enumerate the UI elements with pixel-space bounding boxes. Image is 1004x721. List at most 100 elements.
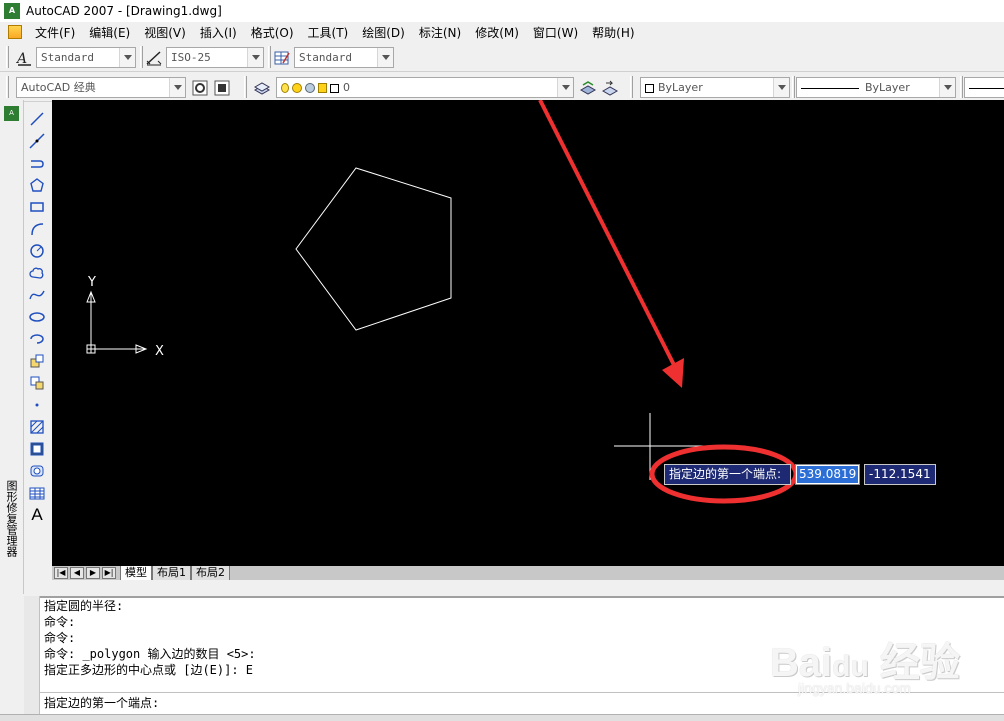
rectangle-icon[interactable] [26, 196, 48, 218]
menu-modify[interactable]: 修改(M) [468, 24, 526, 41]
layer-previous-icon[interactable] [600, 78, 620, 98]
text-style-value: Standard [41, 51, 94, 64]
make-current-layer-icon[interactable] [578, 78, 598, 98]
insert-block-icon[interactable] [26, 350, 48, 372]
menu-file[interactable]: 文件(F) [28, 24, 82, 41]
arc-icon[interactable] [26, 218, 48, 240]
workspace-settings-icon[interactable] [190, 78, 210, 98]
make-block-icon[interactable] [26, 372, 48, 394]
dim-style-icon[interactable] [144, 48, 164, 68]
menu-draw[interactable]: 绘图(D) [355, 24, 412, 41]
table-style-icon[interactable] [272, 48, 292, 68]
table-icon[interactable] [26, 482, 48, 504]
canvas-svg: Y X [86, 100, 799, 504]
watermark-url: jingyan.baidu.com [798, 680, 911, 696]
line-icon[interactable] [26, 108, 48, 130]
workspace-value: AutoCAD 经典 [21, 81, 96, 94]
ellipse-arc-icon[interactable] [26, 328, 48, 350]
tab-layout1[interactable]: 布局1 [152, 566, 191, 580]
toolbar-grip[interactable] [792, 76, 795, 98]
last-tab-icon[interactable]: ▶| [102, 567, 116, 579]
document-icon[interactable] [8, 25, 22, 39]
workspace-save-icon[interactable] [212, 78, 232, 98]
command-window-handle[interactable] [24, 596, 40, 716]
drawing-canvas[interactable]: Y X [52, 100, 1004, 566]
dynamic-input-x[interactable]: 539.0819 [795, 464, 860, 485]
text-style-select[interactable]: Standard [36, 47, 136, 68]
color-select[interactable]: ByLayer [640, 77, 790, 98]
circle-icon[interactable] [26, 240, 48, 262]
menu-help[interactable]: 帮助(H) [585, 24, 641, 41]
menu-window[interactable]: 窗口(W) [526, 24, 585, 41]
first-tab-icon[interactable]: |◀ [54, 567, 68, 579]
ucs-y-label: Y [87, 275, 96, 290]
layer-manager-icon[interactable] [252, 78, 272, 98]
chevron-down-icon[interactable] [247, 48, 263, 67]
layer-value: 0 [343, 81, 350, 94]
dynamic-input-prompt: 指定边的第一个端点: [664, 464, 791, 485]
drawing-recovery-label[interactable]: 图形修复管理器 [3, 480, 19, 557]
workspace-select[interactable]: AutoCAD 经典 [16, 77, 186, 98]
menu-format[interactable]: 格式(O) [244, 24, 301, 41]
table-style-select[interactable]: Standard [294, 47, 394, 68]
autocad-logo-icon: A [4, 106, 19, 121]
polyline-icon[interactable] [26, 152, 48, 174]
menu-bar: 文件(F) 编辑(E) 视图(V) 插入(I) 格式(O) 工具(T) 绘图(D… [0, 22, 1004, 42]
gradient-icon[interactable] [26, 438, 48, 460]
ucs-icon [86, 290, 148, 354]
hatch-icon[interactable] [26, 416, 48, 438]
point-icon[interactable] [26, 394, 48, 416]
workspace-toolbar: AutoCAD 经典 0 ByLayer ByLayer [0, 72, 1004, 102]
menu-view[interactable]: 视图(V) [137, 24, 193, 41]
chevron-down-icon[interactable] [169, 78, 185, 97]
next-tab-icon[interactable]: ▶ [86, 567, 100, 579]
polygon-icon[interactable] [26, 174, 48, 196]
drawing-recovery-panel: A 图形修复管理器 [0, 100, 24, 594]
baidu-jingyan-watermark: Baidu 经验 jingyan.baidu.com [770, 630, 1000, 710]
text-style-icon[interactable]: A [14, 48, 34, 68]
lock-icon [318, 83, 327, 93]
pentagon-entity[interactable] [295, 167, 452, 331]
linetype-select[interactable]: ByLayer [796, 77, 956, 98]
region-icon[interactable] [26, 460, 48, 482]
styles-toolbar: A Standard ISO-25 Standard [0, 42, 1004, 72]
tab-model[interactable]: 模型 [120, 566, 152, 580]
chevron-down-icon[interactable] [119, 48, 135, 67]
ucs-x-label: X [155, 344, 164, 359]
toolbar-grip[interactable] [630, 76, 633, 98]
layer-select[interactable]: 0 [276, 77, 574, 98]
menu-insert[interactable]: 插入(I) [193, 24, 244, 41]
toolbar-grip[interactable] [140, 46, 143, 68]
window-title: AutoCAD 2007 - [Drawing1.dwg] [26, 4, 222, 18]
color-swatch [645, 83, 654, 93]
linetype-sample [801, 87, 859, 89]
dim-style-select[interactable]: ISO-25 [166, 47, 264, 68]
chevron-down-icon[interactable] [377, 48, 393, 67]
menu-dimension[interactable]: 标注(N) [412, 24, 468, 41]
lineweight-select[interactable] [964, 77, 1004, 98]
command-history-line: 指定圆的半径: [44, 599, 124, 613]
status-bar [0, 714, 1004, 721]
chevron-down-icon[interactable] [773, 78, 789, 97]
spline-icon[interactable] [26, 284, 48, 306]
menu-tools[interactable]: 工具(T) [301, 24, 356, 41]
chevron-down-icon[interactable] [557, 78, 573, 97]
toolbar-grip[interactable] [6, 76, 9, 98]
autocad-logo-icon: A [4, 3, 20, 19]
toolbar-grip[interactable] [268, 46, 271, 68]
menu-edit[interactable]: 编辑(E) [82, 24, 137, 41]
toolbar-grip[interactable] [6, 46, 9, 68]
chevron-down-icon[interactable] [939, 78, 955, 97]
dynamic-input-y[interactable]: -112.1541 [864, 464, 936, 485]
prev-tab-icon[interactable]: ◀ [70, 567, 84, 579]
toolbar-grip[interactable] [960, 76, 963, 98]
tab-layout2[interactable]: 布局2 [191, 566, 230, 580]
revision-cloud-icon[interactable] [26, 262, 48, 284]
ellipse-icon[interactable] [26, 306, 48, 328]
dim-style-value: ISO-25 [171, 51, 211, 64]
lineweight-sample [969, 87, 1004, 89]
construction-line-icon[interactable] [26, 130, 48, 152]
multiline-text-icon[interactable]: A [26, 504, 48, 526]
dynamic-input-x-value[interactable]: 539.0819 [797, 466, 858, 483]
toolbar-grip[interactable] [244, 76, 247, 98]
